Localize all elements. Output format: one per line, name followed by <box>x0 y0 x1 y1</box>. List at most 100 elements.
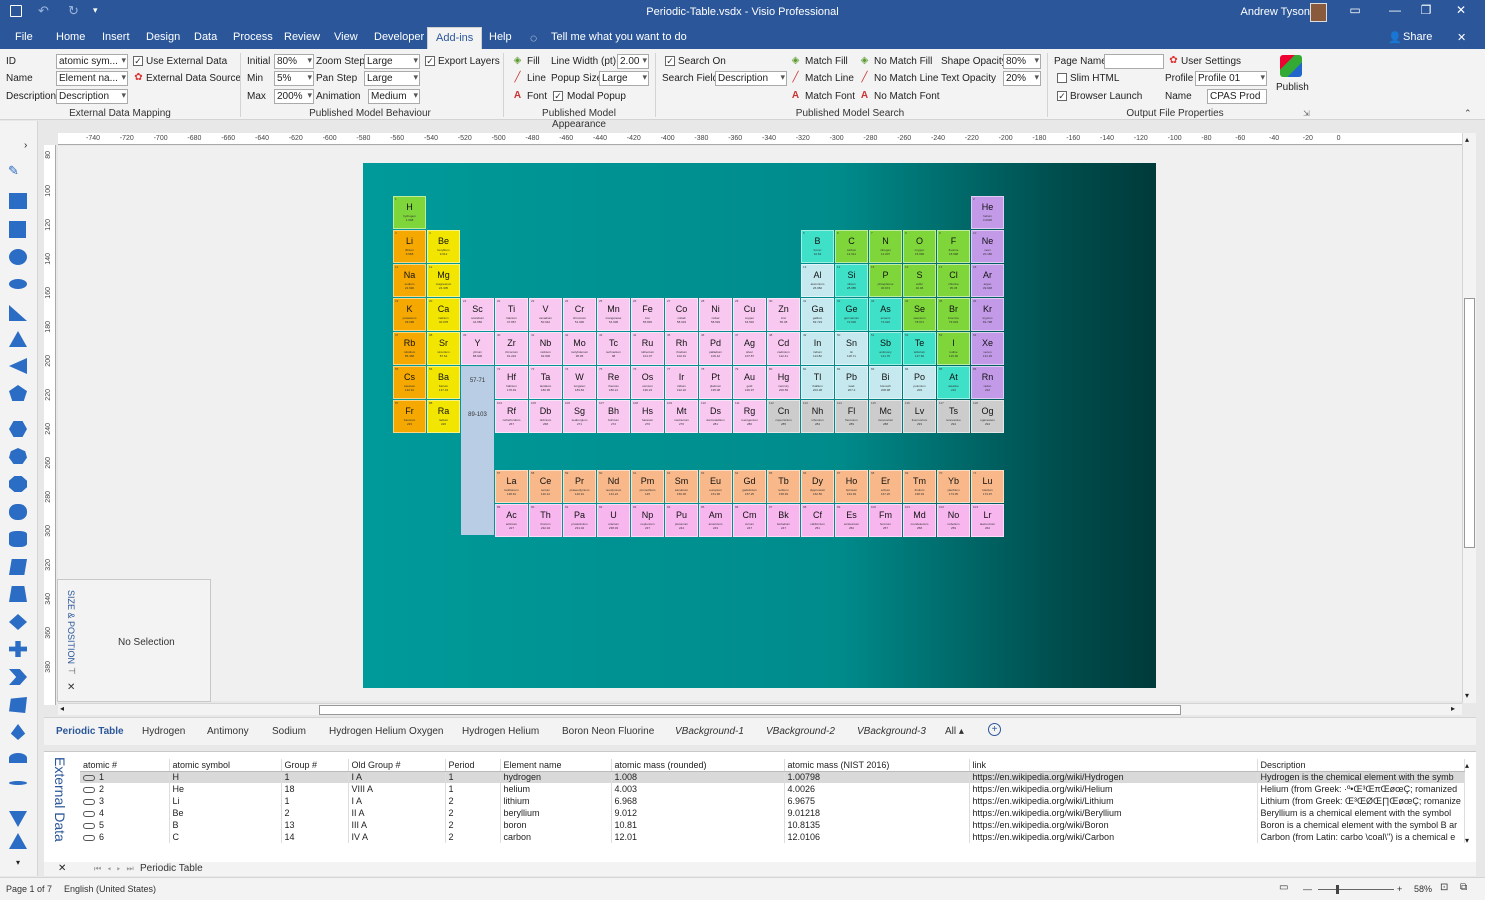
browser-launch-checkbox[interactable]: ✓ <box>1057 91 1067 101</box>
column-header[interactable]: Element name <box>500 759 612 772</box>
fit-page-icon[interactable]: ⊡ <box>1440 882 1448 893</box>
table-row[interactable]: 4 Be 2 II A 2 beryllium 9.012 9.01218 https://en… <box>80 807 1465 819</box>
element-europium[interactable]: 63 Eu europium 151.96 <box>699 469 732 503</box>
element-thulium[interactable]: 69 Tm thulium 168.93 <box>903 469 936 503</box>
element-lawrencium[interactable]: 103 Lr lawrencium 262 <box>971 503 1004 537</box>
tab-add-ins[interactable]: Add-ins <box>427 27 483 49</box>
column-header[interactable]: Period <box>445 759 501 772</box>
external-data-tab-periodic-table[interactable]: Periodic Table <box>140 863 203 874</box>
element-copper[interactable]: 29 Cu copper 63.546 <box>733 298 766 331</box>
element-praseodymium[interactable]: 59 Pr praseodymium 140.91 <box>563 469 596 503</box>
zoom-out-icon[interactable]: — <box>1303 884 1312 894</box>
line-shape-icon[interactable] <box>9 781 27 785</box>
popup-size-dropdown[interactable]: Large <box>599 71 649 86</box>
use-external-data-checkbox[interactable]: ✓ <box>133 56 143 66</box>
match-line-button[interactable]: Match Line <box>805 73 854 84</box>
element-dubnium[interactable]: 105 Db dubnium 268 <box>529 400 562 433</box>
page-indicator[interactable]: Page 1 of 7 <box>6 884 52 894</box>
no-match-line-button[interactable]: No Match Line <box>874 73 938 84</box>
right-triangle-icon[interactable] <box>9 305 27 321</box>
element-protactinium[interactable]: 91 Pa protactinium 231.04 <box>563 503 596 537</box>
element-roentgenium[interactable]: 111 Rg roentgenium 280 <box>733 400 766 433</box>
element-helium[interactable]: 2 He helium 4.0026 <box>971 196 1004 229</box>
more-shapes-icon[interactable]: ▾ <box>16 858 20 867</box>
element-iridium[interactable]: 77 Ir iridium 192.22 <box>665 366 698 399</box>
stencil-icon[interactable]: ✎ <box>8 163 19 179</box>
element-phosphorus[interactable]: 15 Pphosphorus 30.974 <box>869 264 902 297</box>
user-name[interactable]: Andrew Tyson <box>1240 6 1310 18</box>
share-button[interactable]: Share <box>1403 31 1432 43</box>
tab-home[interactable]: Home <box>56 31 85 43</box>
page-tab-periodic-table[interactable]: Periodic Table <box>56 726 124 737</box>
tab-process[interactable]: Process <box>233 31 273 43</box>
element-indium[interactable]: 49 In indium 114.82 <box>801 332 834 365</box>
page-tab-all[interactable]: All ▴ <box>945 726 964 737</box>
modal-popup-checkbox[interactable]: ✓ <box>553 91 563 101</box>
element-nobelium[interactable]: 102 No nobelium 259 <box>937 503 970 537</box>
element-livermorium[interactable]: 116 Lv livermorium 293 <box>903 400 936 433</box>
element-boron[interactable]: 5 Bboron 10.81 <box>801 230 834 263</box>
zoom-slider[interactable] <box>1318 889 1394 890</box>
triangle-icon[interactable] <box>9 331 27 347</box>
element-rhodium[interactable]: 45 Rh rhodium 102.91 <box>665 332 698 365</box>
element-ruthenium[interactable]: 44 Ru ruthenium 101.07 <box>631 332 664 365</box>
external-data-grid[interactable]: atomic # atomic symbol Group # Old Group # P… <box>80 759 1465 843</box>
profile-dropdown[interactable]: Profile 01 <box>1195 71 1267 86</box>
shape-opacity-dropdown[interactable]: 80% <box>1003 54 1041 69</box>
parallelogram-icon[interactable] <box>9 559 27 575</box>
element-berkelium[interactable]: 97 Bk berkelium 247 <box>767 503 800 537</box>
search-on-checkbox[interactable]: ✓ <box>665 56 675 66</box>
horizontal-scroll-thumb[interactable] <box>319 705 1181 715</box>
output-name-input[interactable]: CPAS Prod <box>1207 89 1267 104</box>
element-zirconium[interactable]: 40 Zr zirconium 91.224 <box>495 332 528 365</box>
cone-icon[interactable] <box>9 833 27 849</box>
element-vanadium[interactable]: 23 Vvanadium 50.942 <box>529 298 562 331</box>
line-button[interactable]: Line <box>527 73 546 84</box>
half-circle-icon[interactable] <box>9 753 27 763</box>
lanthanide-placeholder[interactable]: 57-71 <box>461 366 494 400</box>
avatar[interactable] <box>1310 3 1327 22</box>
element-tantalum[interactable]: 73 Ta tantalum 180.95 <box>529 366 562 399</box>
element-moscovium[interactable]: 115 Mc moscovium 288 <box>869 400 902 433</box>
element-strontium[interactable]: 38 Sr strontium 87.62 <box>427 332 460 365</box>
rectangle-icon[interactable] <box>9 193 27 209</box>
element-yttrium[interactable]: 39 Yyttrium 88.906 <box>461 332 494 365</box>
table-row[interactable]: 1 H 1 I A 1 hydrogen 1.008 1.00798 https://en.wi… <box>80 771 1465 783</box>
tab-view[interactable]: View <box>334 31 358 43</box>
element-niobium[interactable]: 41 Nb niobium 92.906 <box>529 332 562 365</box>
element-calcium[interactable]: 20 Ca calcium 40.078 <box>427 298 460 331</box>
tab-review[interactable]: Review <box>284 31 320 43</box>
element-astatine[interactable]: 85 At astatine 210 <box>937 366 970 399</box>
tilted-square-icon[interactable] <box>9 697 27 713</box>
element-rhenium[interactable]: 75 Re rhenium 186.21 <box>597 366 630 399</box>
element-meitnerium[interactable]: 109 Mt meitnerium 276 <box>665 400 698 433</box>
close-external-data-icon[interactable]: ✕ <box>58 863 66 874</box>
page-tab-boron-neon-fluorine[interactable]: Boron Neon Fluorine <box>562 726 654 737</box>
element-neptunium[interactable]: 93 Np neptunium 237 <box>631 503 664 537</box>
table-row[interactable]: 3 Li 1 I A 2 lithium 6.968 6.9675 https://en.wik… <box>80 795 1465 807</box>
element-rutherfordium[interactable]: 104 Rf rutherfordium 267 <box>495 400 528 433</box>
element-gadolinium[interactable]: 64 Gd gadolinium 157.25 <box>733 469 766 503</box>
element-lead[interactable]: 82 Pb lead 207.2 <box>835 366 868 399</box>
element-neodymium[interactable]: 60 Nd neodymium 144.24 <box>597 469 630 503</box>
grid-scroll-down-icon[interactable]: ▾ <box>1465 836 1469 845</box>
no-match-fill-button[interactable]: No Match Fill <box>874 56 932 67</box>
element-cadmium[interactable]: 48 Cd cadmium 112.41 <box>767 332 800 365</box>
element-osmium[interactable]: 76 Os osmium 190.23 <box>631 366 664 399</box>
element-tin[interactable]: 50 Sn tin 118.71 <box>835 332 868 365</box>
element-americium[interactable]: 95 Am americium 243 <box>699 503 732 537</box>
min-dropdown[interactable]: 5% <box>274 71 314 86</box>
element-cerium[interactable]: 58 Ce cerium 140.12 <box>529 469 562 503</box>
element-platinum[interactable]: 78 Pt platinum 195.08 <box>699 366 732 399</box>
element-barium[interactable]: 56 Ba barium 137.33 <box>427 366 460 399</box>
page-tab-antimony[interactable]: Antimony <box>207 726 249 737</box>
element-thallium[interactable]: 81 Tl thallium 204.38 <box>801 366 834 399</box>
ellipse-icon[interactable] <box>9 279 27 289</box>
octagon-icon[interactable] <box>9 476 27 492</box>
element-nitrogen[interactable]: 7 Nnitrogen 14.007 <box>869 230 902 263</box>
drawing-page[interactable]: 57-71 89-103 1 Hhydrogen 1.008 2 He helium 4.0… <box>363 163 1156 688</box>
element-ytterbium[interactable]: 70 Yb ytterbium 173.05 <box>937 469 970 503</box>
tab-developer[interactable]: Developer <box>374 31 424 43</box>
column-header[interactable]: atomic # <box>80 759 170 772</box>
no-match-font-button[interactable]: No Match Font <box>874 91 940 102</box>
